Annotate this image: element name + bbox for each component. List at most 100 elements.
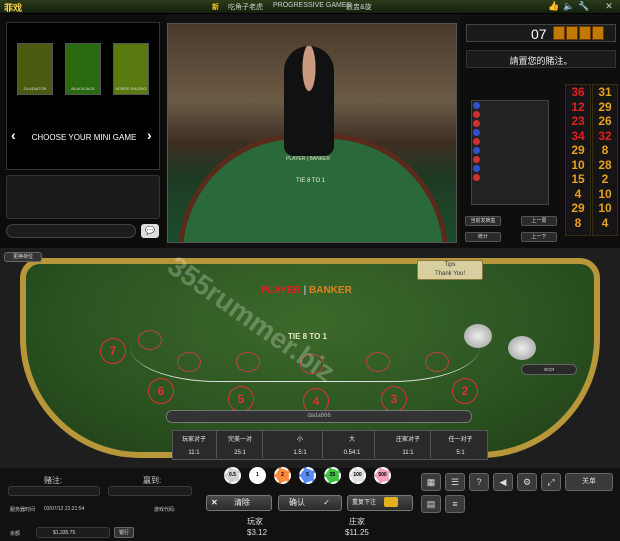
timer-bar-segment: [566, 26, 578, 40]
seat-player-name: vicor: [521, 364, 577, 375]
chip-5[interactable]: 5: [299, 467, 316, 484]
banker-total-label: 庄家: [349, 517, 365, 526]
balance-label: 余额: [10, 531, 21, 537]
timer-bar-segment: [553, 26, 565, 40]
history-number: 12: [571, 99, 585, 114]
player-name: dada666: [307, 413, 331, 419]
help-icon[interactable]: ?: [469, 473, 489, 491]
history-number: 31: [598, 85, 612, 99]
history-number: 36: [571, 85, 585, 99]
exit-button[interactable]: 关单: [565, 473, 613, 491]
side-bet-either-pair[interactable]: 任一对子 5:1: [438, 431, 483, 458]
nav-slots[interactable]: 吃角子老虎: [228, 2, 263, 12]
timer-bar-segment: [592, 26, 604, 40]
occupied-seat-marker: [508, 336, 536, 360]
chip-1[interactable]: 1: [249, 467, 266, 484]
player-total-amount: $3.12: [247, 528, 268, 537]
seat-small-bet[interactable]: [366, 352, 390, 372]
mini-game-tile-blackjack[interactable]: BLACKJACK: [65, 43, 101, 95]
place-bet-message: 請置您的賭注。: [509, 56, 573, 66]
mini-game-tile-gladiator[interactable]: GLADIATOR: [17, 43, 53, 95]
bank-button[interactable]: 银行: [114, 527, 134, 538]
rebet-icon: [383, 497, 398, 508]
previous-button[interactable]: 上一局: [521, 216, 557, 226]
nav-dice[interactable]: 骰盅&旋: [346, 2, 372, 12]
logo: 菲戏: [4, 3, 23, 13]
thumbs-up-icon[interactable]: 👍: [548, 1, 560, 12]
history-number: 26: [598, 114, 612, 128]
seat-3[interactable]: 3: [381, 386, 407, 412]
rebet-button[interactable]: 重复下注: [347, 495, 413, 511]
history-number: 2: [601, 172, 609, 186]
stats-icon[interactable]: ▤: [421, 495, 441, 513]
x-icon: ✕: [211, 498, 218, 507]
history-icon[interactable]: ≡: [445, 495, 465, 513]
video-table-tie: TIE 8 TO 1: [296, 178, 326, 184]
balance-value: $1,335.75: [36, 527, 110, 538]
occupied-seat-marker: [464, 324, 492, 348]
seat-small-bet[interactable]: [425, 352, 449, 372]
player-bet-area[interactable]: PLAYER: [261, 285, 301, 296]
mini-game-tile-horse-racing[interactable]: HORSE RACING: [113, 43, 149, 95]
history-number: 23: [571, 114, 585, 128]
chevron-right-icon[interactable]: ›: [147, 127, 152, 143]
change-seat-button[interactable]: 更换荷位: [4, 252, 42, 262]
seat-7[interactable]: 7: [100, 338, 126, 364]
confirm-button[interactable]: 确认 ✓: [278, 495, 342, 511]
banker-bet-area[interactable]: BANKER: [309, 285, 352, 296]
history-number: 4: [574, 186, 582, 201]
side-bet-perfect-pair[interactable]: 完美一对 25:1: [218, 431, 263, 458]
history-number: 29: [598, 99, 612, 114]
chip-500[interactable]: 500: [374, 467, 391, 484]
chat-input[interactable]: [6, 224, 136, 238]
current-shoe-button[interactable]: 当前发牌盒: [465, 216, 501, 226]
clear-button[interactable]: ✕ 清除: [206, 495, 272, 511]
chip-0.5[interactable]: 0.5: [224, 467, 241, 484]
seat-5[interactable]: 5: [228, 386, 254, 412]
game-code-label: 游戏代码:: [154, 507, 176, 513]
history-number: 10: [598, 186, 612, 201]
history-number: 8: [601, 143, 609, 157]
history-number: 10: [598, 201, 612, 215]
volume-icon[interactable]: ◀: [493, 473, 513, 491]
sound-icon[interactable]: 🔈: [563, 1, 575, 12]
live-dealer-video: PLAYER | BANKER TIE 8 TO 1: [167, 23, 457, 243]
server-time-label: 服务器时间: [10, 507, 36, 513]
bet-amount-field: [8, 486, 100, 496]
nav-progressive[interactable]: PROGRESSIVE GAMES: [273, 2, 351, 9]
settings-icon[interactable]: ⚙: [517, 473, 537, 491]
next-button[interactable]: 上一下: [521, 232, 557, 242]
fullscreen-icon[interactable]: ⤢: [541, 473, 561, 491]
wrench-icon[interactable]: 🔧: [578, 1, 590, 12]
timer-value: 07: [531, 26, 547, 42]
history-number: 34: [571, 128, 585, 143]
side-bet-banker-pair[interactable]: 庄家对子 11:1: [386, 431, 431, 458]
chat-icon[interactable]: ☰: [445, 473, 465, 491]
chip-25[interactable]: 25: [324, 467, 341, 484]
tips-box[interactable]: Tips Thank You!: [417, 260, 483, 280]
history-number: 8: [574, 215, 582, 230]
side-bet-player-pair[interactable]: 玩家对子 11:1: [172, 431, 217, 458]
close-icon[interactable]: ✕: [603, 1, 615, 12]
seat-6[interactable]: 6: [148, 378, 174, 404]
side-bet-small[interactable]: 小 1.5:1: [278, 431, 323, 458]
history-number: 28: [598, 157, 612, 172]
chip-100[interactable]: 100: [349, 467, 366, 484]
nav-new[interactable]: 新: [212, 2, 219, 12]
history-number: 10: [571, 157, 585, 172]
road-icon[interactable]: ▦: [421, 473, 441, 491]
video-table-title: PLAYER | BANKER: [286, 156, 330, 162]
win-label: 赢到:: [143, 476, 162, 485]
dealer: [284, 46, 334, 156]
chip-2[interactable]: 2: [274, 467, 291, 484]
banker-total-amount: $11.25: [345, 528, 369, 537]
seat-2[interactable]: 2: [452, 378, 478, 404]
seat-small-bet[interactable]: [236, 352, 260, 372]
seat-small-bet[interactable]: [177, 352, 201, 372]
side-bet-big[interactable]: 大 0.54:1: [330, 431, 375, 458]
seat-small-bet[interactable]: [138, 330, 162, 350]
history-column-a: 36 12 23 34 29 10 15 4 29 8: [565, 84, 591, 236]
stats-button[interactable]: 统计: [465, 232, 501, 242]
chat-send-icon[interactable]: 💬: [141, 224, 159, 238]
server-time: 03/07/12 21:21:54: [44, 506, 85, 512]
